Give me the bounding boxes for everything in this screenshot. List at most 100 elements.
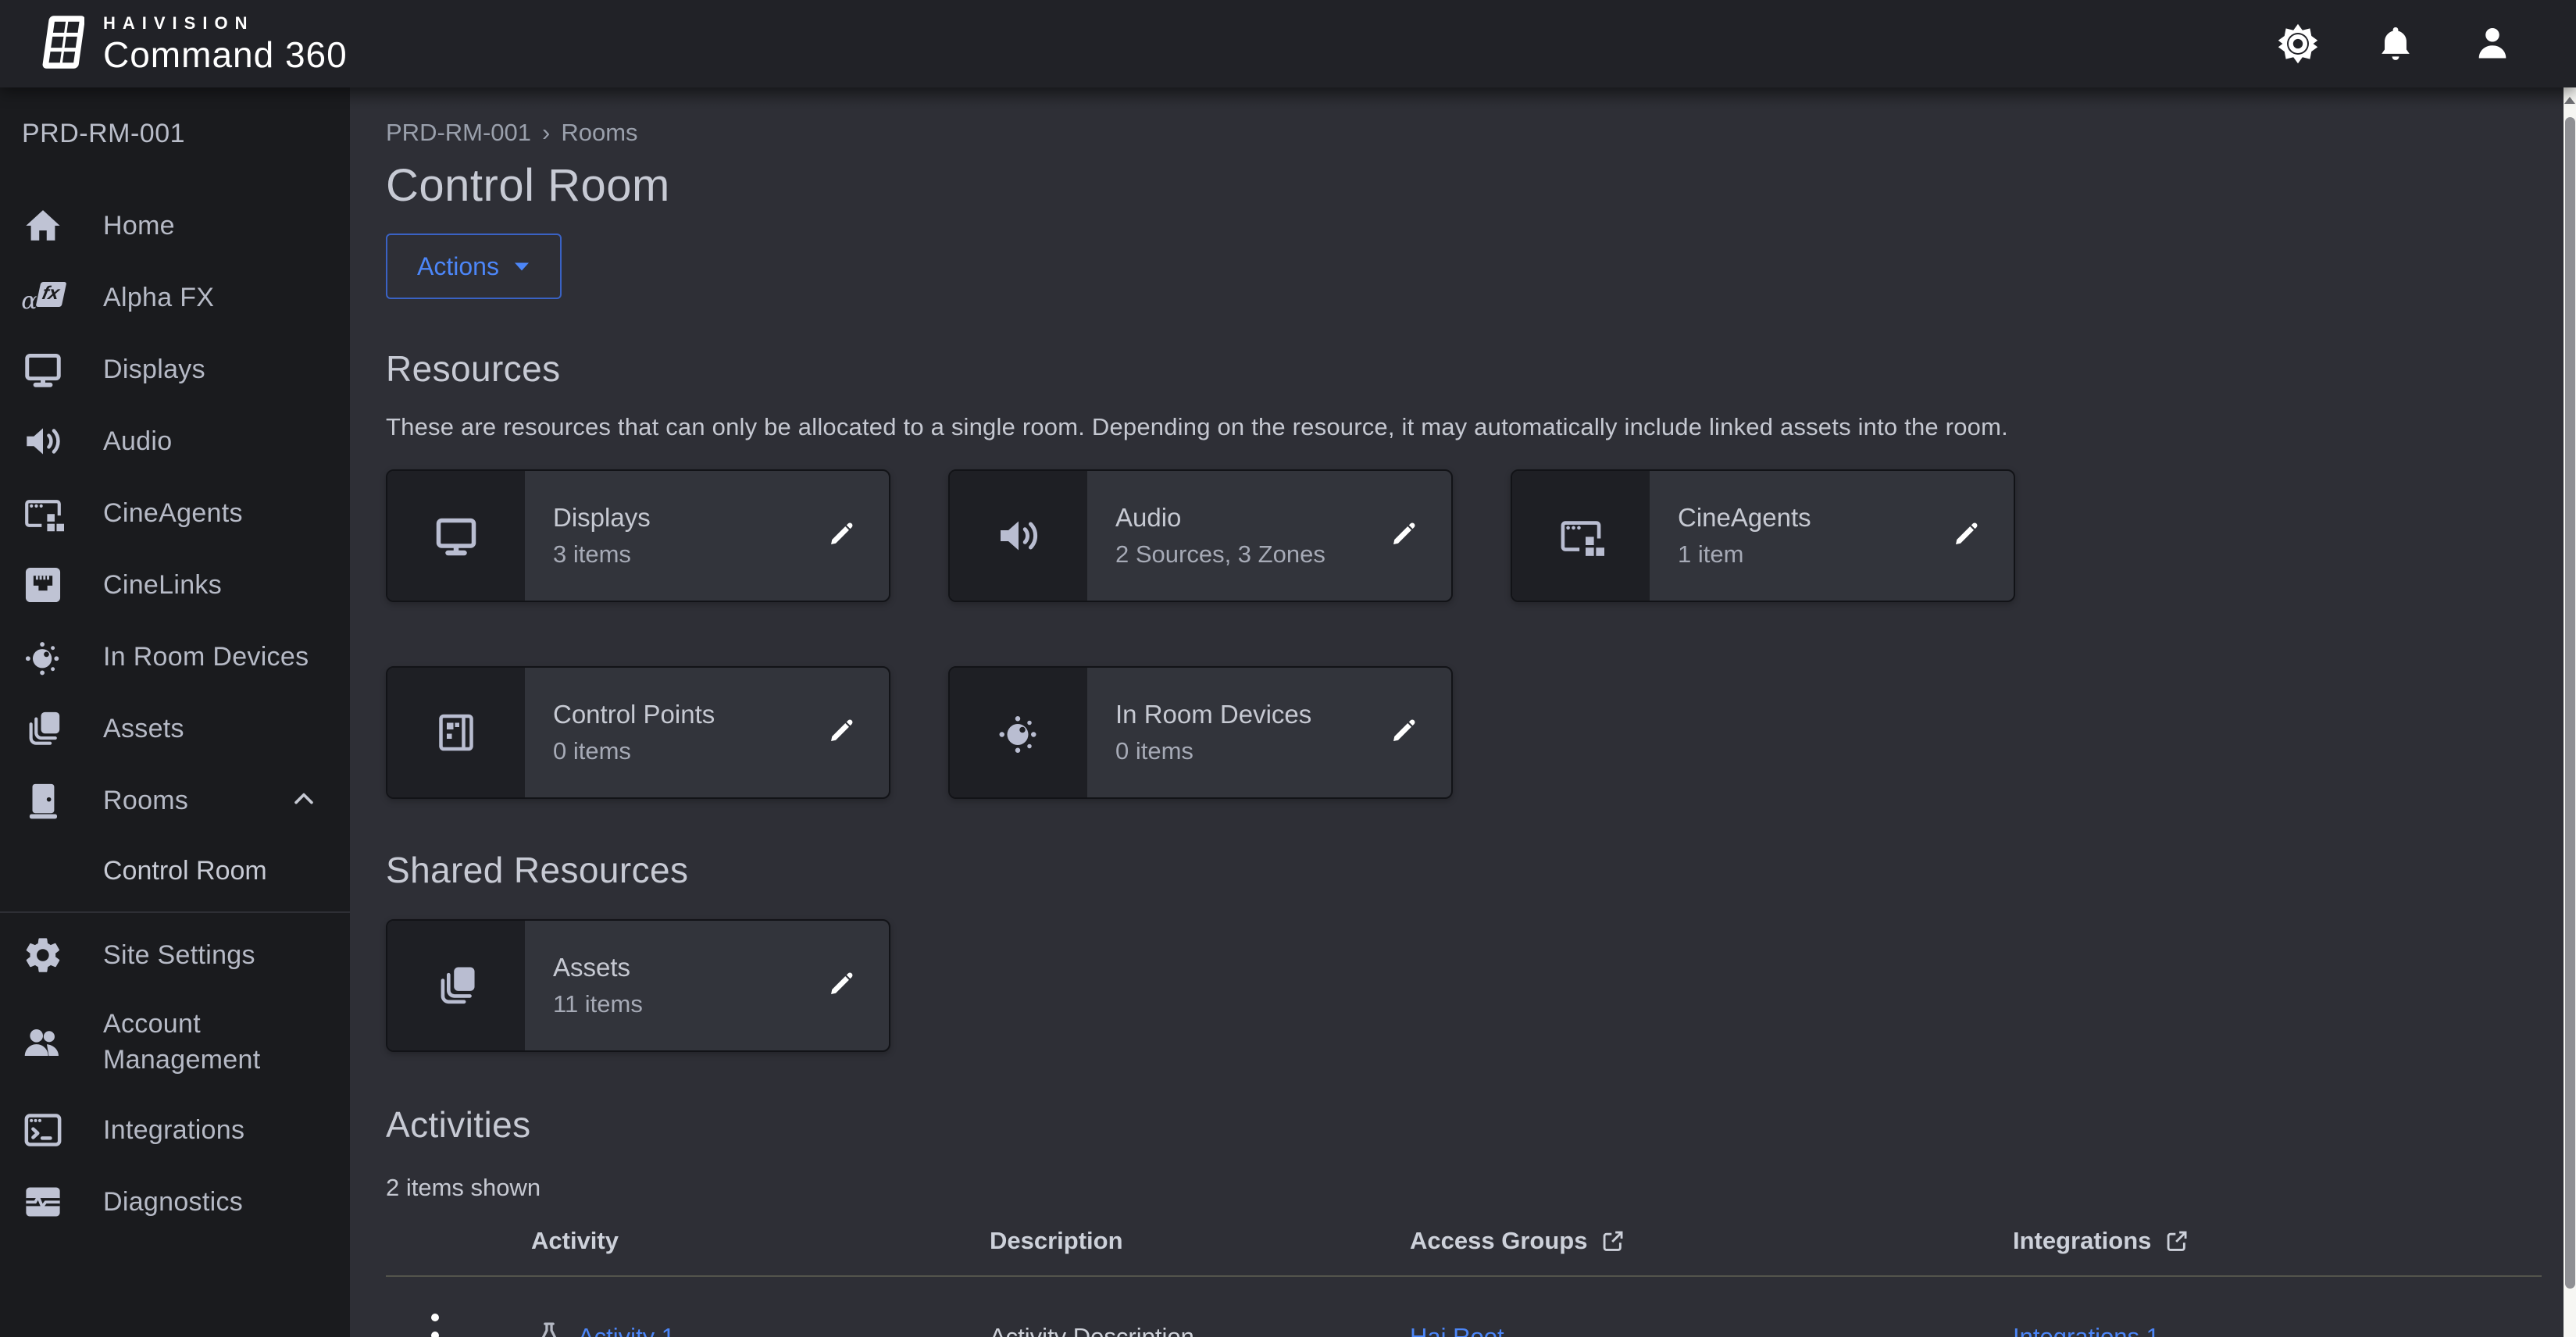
column-header-activity[interactable]: Activity [531, 1227, 990, 1255]
brand-logo: HAIVISION Command 360 [0, 9, 348, 79]
home-icon [20, 203, 66, 248]
flask-icon [531, 1319, 567, 1337]
top-bar: HAIVISION Command 360 [0, 0, 2576, 87]
edit-pencil-icon[interactable] [825, 715, 858, 751]
card-title: Displays [553, 503, 825, 533]
sidebar-item-label: Audio [103, 426, 172, 457]
caret-down-icon [513, 260, 530, 273]
breadcrumb-rooms[interactable]: Rooms [561, 119, 637, 147]
shared-resources-heading: Shared Resources [386, 849, 2576, 891]
cineagents-icon [1512, 471, 1650, 601]
users-icon [20, 1020, 66, 1065]
actions-button[interactable]: Actions [386, 234, 562, 299]
card-title: Control Points [553, 700, 825, 729]
scrollbar-up-arrow[interactable] [2564, 94, 2575, 106]
activities-table: Activity Description Access Groups Integ… [386, 1227, 2542, 1337]
settings-gear-icon[interactable] [2276, 22, 2320, 66]
sidebar-item-site-settings[interactable]: Site Settings [0, 919, 350, 991]
site-label: PRD-RM-001 [0, 87, 350, 149]
column-header-integrations[interactable]: Integrations [2013, 1227, 2542, 1255]
cineagents-icon [20, 490, 66, 536]
sidebar-item-audio[interactable]: Audio [0, 405, 350, 477]
external-link-icon[interactable] [1600, 1228, 1626, 1254]
card-subtitle: 1 item [1678, 540, 1950, 569]
breadcrumb-separator: › [542, 119, 550, 147]
sidebar-item-label: Integrations [103, 1115, 244, 1146]
sidebar-item-label: Rooms [103, 786, 188, 816]
sidebar-item-label: Alpha FX [103, 283, 214, 313]
resource-card-cineagents[interactable]: CineAgents 1 item [1511, 469, 2015, 602]
sidebar-item-cineagents[interactable]: CineAgents [0, 477, 350, 549]
sidebar-item-label: In Room Devices [103, 642, 309, 672]
sidebar-item-label: CineLinks [103, 570, 222, 601]
card-title: Audio [1115, 503, 1387, 533]
breadcrumb-site[interactable]: PRD-RM-001 [386, 119, 531, 147]
activity-link[interactable]: Activity 1 [578, 1323, 675, 1337]
edit-pencil-icon[interactable] [1950, 518, 1982, 554]
sidebar-item-label: Account Management [103, 1007, 298, 1079]
resource-card-audio[interactable]: Audio 2 Sources, 3 Zones [948, 469, 1453, 602]
activities-table-header: Activity Description Access Groups Integ… [386, 1227, 2542, 1277]
column-header-description[interactable]: Description [990, 1227, 1410, 1255]
external-link-icon[interactable] [2164, 1228, 2190, 1254]
activity-row: Activity 1 Activity Description Hai Root… [386, 1277, 2542, 1337]
sidebar-item-label: Site Settings [103, 940, 255, 971]
card-subtitle: 11 items [553, 990, 825, 1018]
card-title: Assets [553, 953, 825, 982]
breadcrumb: PRD-RM-001 › Rooms [386, 119, 2576, 147]
edit-pencil-icon[interactable] [825, 518, 858, 554]
terminal-window-icon [20, 1107, 66, 1153]
sidebar-item-alpha-fx[interactable]: αfx Alpha FX [0, 262, 350, 333]
card-subtitle: 3 items [553, 540, 825, 569]
kebab-menu-icon[interactable] [430, 1311, 441, 1337]
sidebar-item-control-room[interactable]: Control Room [0, 836, 350, 905]
audio-icon [950, 471, 1087, 601]
resource-card-assets[interactable]: Assets 11 items [386, 919, 890, 1052]
sidebar-item-assets[interactable]: Assets [0, 693, 350, 765]
sidebar-item-label: CineAgents [103, 498, 243, 529]
rooms-door-icon [20, 778, 66, 823]
column-header-access-groups[interactable]: Access Groups [1410, 1227, 2013, 1255]
sidebar-item-account-management[interactable]: Account Management [0, 991, 350, 1094]
actions-button-label: Actions [417, 252, 499, 281]
sidebar-item-label: Diagnostics [103, 1187, 243, 1218]
edit-pencil-icon[interactable] [825, 968, 858, 1004]
sidebar-item-home[interactable]: Home [0, 190, 350, 262]
edit-pencil-icon[interactable] [1387, 518, 1420, 554]
cinelinks-icon [20, 562, 66, 608]
sidebar-item-in-room-devices[interactable]: In Room Devices [0, 621, 350, 693]
chevron-up-icon[interactable] [291, 786, 317, 816]
product-name: Command 360 [103, 37, 348, 73]
notifications-bell-icon[interactable] [2374, 23, 2417, 65]
sidebar-item-displays[interactable]: Displays [0, 333, 350, 405]
card-subtitle: 0 items [553, 737, 825, 765]
command360-logo-icon [34, 9, 84, 79]
sidebar-item-rooms[interactable]: Rooms [0, 765, 350, 836]
sidebar-item-integrations[interactable]: Integrations [0, 1094, 350, 1166]
sidebar-item-cinelinks[interactable]: CineLinks [0, 549, 350, 621]
displays-icon [387, 471, 525, 601]
card-title: CineAgents [1678, 503, 1950, 533]
card-title: In Room Devices [1115, 700, 1387, 729]
sidebar: PRD-RM-001 Home αfx Alpha FX [0, 87, 350, 1337]
resource-card-in-room-devices[interactable]: In Room Devices 0 items [948, 666, 1453, 799]
sidebar-item-label: Displays [103, 355, 205, 385]
resource-card-displays[interactable]: Displays 3 items [386, 469, 890, 602]
user-account-icon[interactable] [2471, 23, 2514, 65]
scrollbar-thumb[interactable] [2565, 117, 2575, 1289]
sidebar-item-diagnostics[interactable]: Diagnostics [0, 1166, 350, 1238]
in-room-devices-icon [20, 634, 66, 679]
access-group-link[interactable]: Hai Root [1410, 1323, 1504, 1337]
sidebar-item-label: Assets [103, 714, 184, 744]
sidebar-subitem-label: Control Room [103, 856, 267, 886]
sidebar-item-label: Home [103, 211, 175, 241]
sidebar-divider [0, 911, 350, 913]
edit-pencil-icon[interactable] [1387, 715, 1420, 751]
gear-icon [20, 932, 66, 978]
scrollbar[interactable] [2564, 87, 2576, 1337]
page-title: Control Room [386, 159, 2576, 212]
resource-card-control-points[interactable]: Control Points 0 items [386, 666, 890, 799]
integration-link[interactable]: Integrations 1 [2013, 1323, 2160, 1337]
main-content: PRD-RM-001 › Rooms Control Room Actions … [350, 87, 2576, 1337]
activity-description: Activity Description [990, 1323, 1410, 1337]
